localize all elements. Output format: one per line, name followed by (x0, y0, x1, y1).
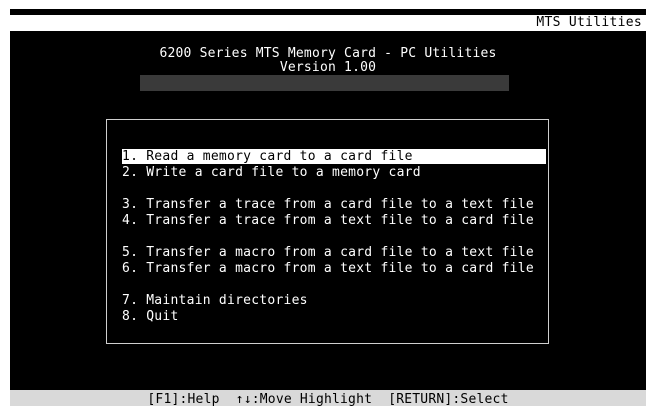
menu-item-maintain-directories[interactable]: 7. Maintain directories (122, 293, 308, 308)
menu-item-quit[interactable]: 8. Quit (122, 309, 179, 324)
terminal-screen: MTS Utilities 6200 Series MTS Memory Car… (10, 9, 646, 406)
window-title: MTS Utilities (536, 15, 642, 30)
menu-item-write-card-file[interactable]: 2. Write a card file to a memory card (122, 165, 421, 180)
keyboard-help-text: [F1]:Help ↑↓:Move Highlight [RETURN]:Sel… (147, 392, 509, 406)
menu-item-macro-card-to-text[interactable]: 5. Transfer a macro from a card file to … (122, 245, 534, 260)
menu-item-trace-text-to-card[interactable]: 4. Transfer a trace from a text file to … (122, 213, 534, 228)
main-menu: 1. Read a memory card to a card file 2. … (106, 119, 549, 344)
status-bar: [F1]:Help ↑↓:Move Highlight [RETURN]:Sel… (10, 390, 646, 406)
menu-item-macro-text-to-card[interactable]: 6. Transfer a macro from a text file to … (122, 261, 534, 276)
program-title: 6200 Series MTS Memory Card - PC Utiliti… (159, 46, 497, 61)
header-info-bar (140, 75, 509, 91)
title-bar: MTS Utilities (10, 15, 646, 31)
menu-item-read-memory-card[interactable]: 1. Read a memory card to a card file (122, 149, 546, 164)
menu-item-trace-card-to-text[interactable]: 3. Transfer a trace from a card file to … (122, 197, 534, 212)
program-version: Version 1.00 (279, 60, 377, 75)
